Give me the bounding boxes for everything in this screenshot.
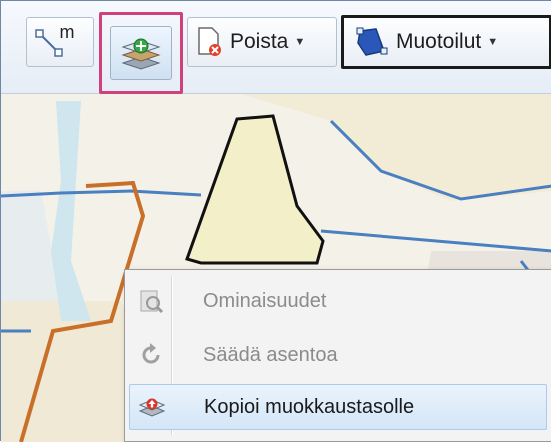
delete-icon	[198, 27, 221, 56]
measure-button[interactable]: m	[26, 17, 94, 67]
shape-edit-icon	[356, 27, 388, 56]
shapes-button[interactable]: Muotoilut ▼	[341, 15, 551, 69]
toolbar: m Poista ▼ Muotoilut ▼	[1, 1, 551, 94]
menu-item-label: Säädä asentoa	[203, 343, 338, 366]
chevron-down-icon: ▼	[294, 36, 306, 48]
layer-add-icon	[121, 38, 161, 70]
menu-item-copy-to-edit-layer[interactable]: Kopioi muokkaustasolle	[129, 384, 547, 430]
measure-unit-label: m	[59, 21, 75, 42]
menu-item-label: Kopioi muokkaustasolle	[204, 395, 415, 418]
delete-button[interactable]: Poista ▼	[187, 17, 337, 67]
chevron-down-icon: ▼	[487, 36, 499, 48]
shapes-label: Muotoilut	[396, 30, 482, 53]
properties-icon	[131, 281, 171, 321]
menu-item-label: Ominaisuudet	[203, 289, 327, 312]
rotate-icon	[131, 335, 171, 375]
layer-copy-button[interactable]	[99, 12, 183, 94]
context-menu: Ominaisuudet Säädä asentoa Kopioi muokka…	[124, 269, 551, 442]
menu-item-adjust-position[interactable]: Säädä asentoa	[129, 332, 547, 378]
delete-label: Poista	[230, 30, 289, 53]
window-frame: m Poista ▼ Muotoilut ▼ Ominaisuudet Sääd…	[0, 0, 551, 442]
copy-to-edit-layer-icon	[132, 387, 172, 427]
layer-copy-button-inner[interactable]	[110, 26, 172, 80]
menu-item-properties[interactable]: Ominaisuudet	[129, 278, 547, 324]
